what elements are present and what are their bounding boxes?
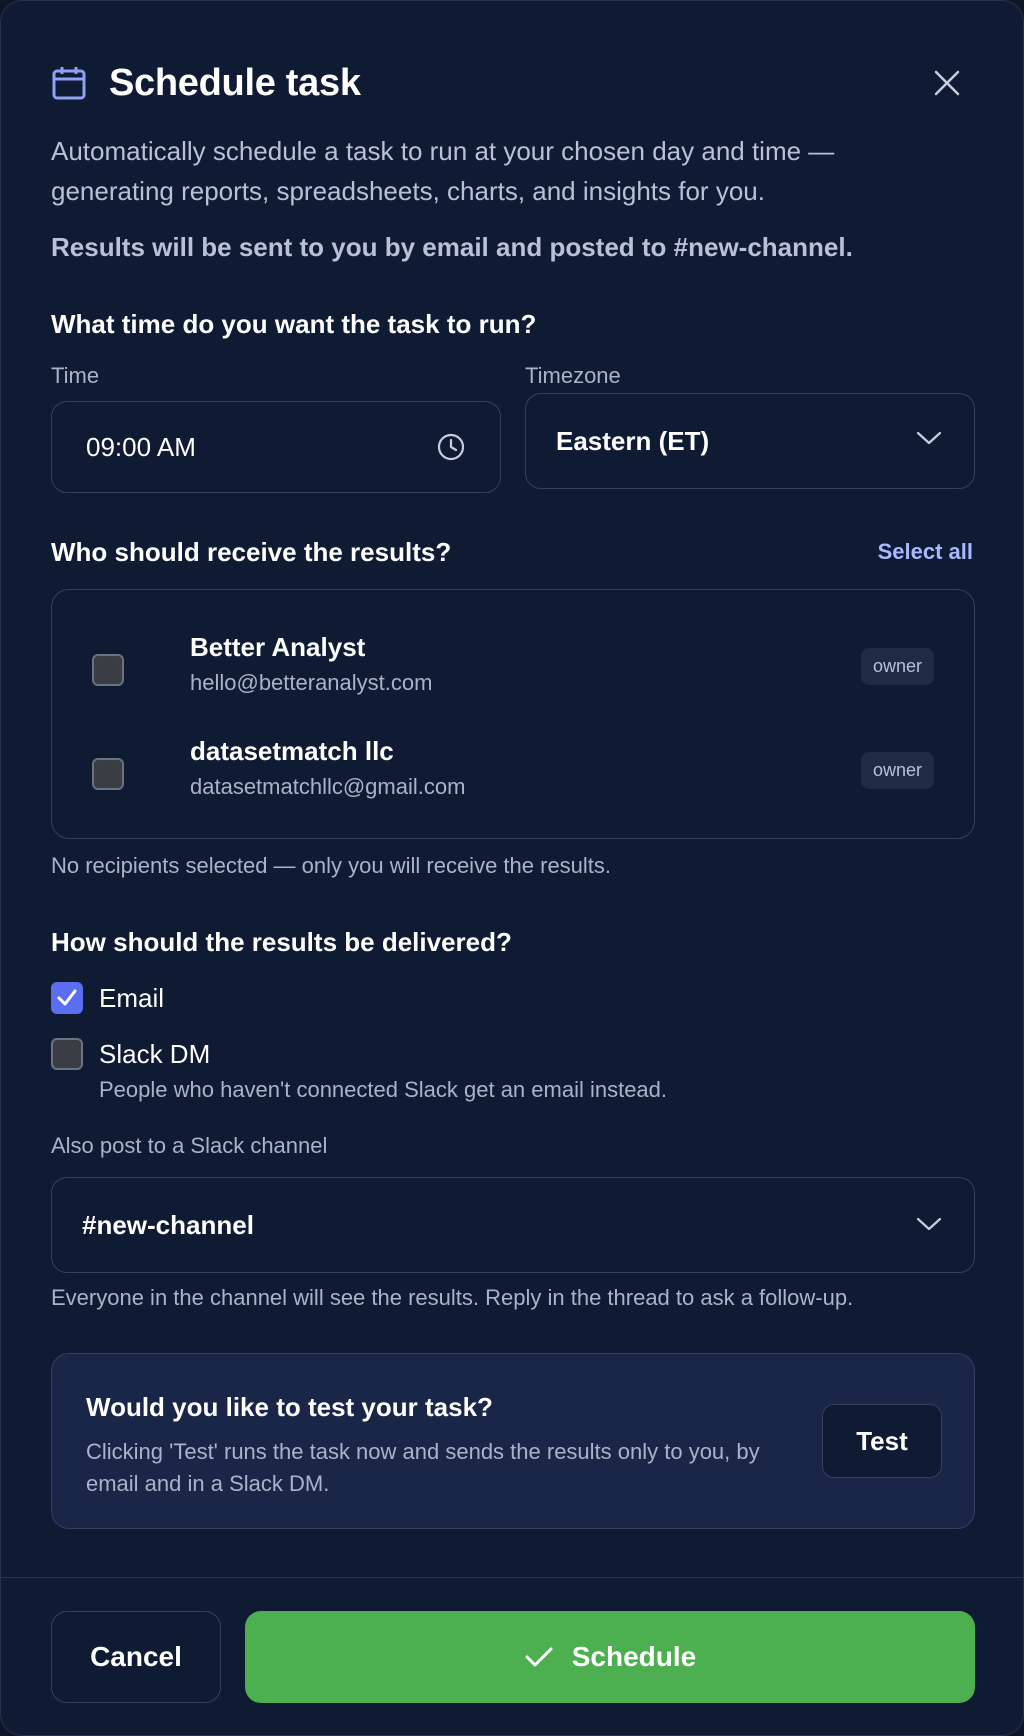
check-icon: [525, 1647, 553, 1667]
chevron-down-icon: [916, 1216, 942, 1232]
channel-value: #new-channel: [82, 1209, 254, 1240]
slack-channel-select[interactable]: #new-channel: [51, 1177, 975, 1273]
schedule-task-dialog: Schedule task Automatically schedule a t…: [0, 0, 1024, 1736]
check-icon: [57, 989, 77, 1006]
role-badge: owner: [860, 648, 934, 685]
slack-dm-option[interactable]: Slack DM: [51, 1037, 210, 1071]
recipients-hint: No recipients selected — only you will r…: [51, 853, 612, 878]
email-label: Email: [99, 982, 165, 1013]
clock-icon: [436, 432, 466, 462]
time-input[interactable]: 09:00 AM: [51, 401, 501, 493]
recipient-name: datasetmatch llc: [190, 736, 394, 766]
footer-divider: [1, 1577, 1023, 1578]
delivery-section-title: How should the results be delivered?: [51, 927, 512, 957]
test-panel: Would you like to test your task? Clicki…: [51, 1353, 975, 1529]
cancel-button[interactable]: Cancel: [51, 1611, 221, 1703]
calendar-icon: [51, 65, 87, 101]
time-label: Time: [51, 363, 100, 388]
list-item: Better Analyst hello@betteranalyst.com o…: [92, 632, 934, 702]
timezone-label: Timezone: [525, 363, 621, 388]
recipient-checkbox[interactable]: [92, 654, 124, 686]
recipients-list: Better Analyst hello@betteranalyst.com o…: [51, 589, 975, 839]
email-checkbox[interactable]: [51, 982, 83, 1014]
role-badge: owner: [860, 752, 934, 789]
schedule-button[interactable]: Schedule: [245, 1611, 975, 1703]
dialog-description: Automatically schedule a task to run at …: [51, 136, 835, 206]
channel-label: Also post to a Slack channel: [51, 1133, 328, 1158]
timezone-value: Eastern (ET): [556, 425, 710, 456]
recipient-email: hello@betteranalyst.com: [190, 670, 433, 695]
time-section-title: What time do you want the task to run?: [51, 309, 537, 339]
recipient-name: Better Analyst: [190, 632, 366, 662]
timezone-select[interactable]: Eastern (ET): [525, 393, 975, 489]
email-option[interactable]: Email: [51, 981, 164, 1015]
dialog-header: Schedule task: [51, 57, 973, 109]
test-button[interactable]: Test: [822, 1404, 942, 1478]
recipients-section-title: Who should receive the results?: [51, 537, 452, 567]
list-item: datasetmatch llc datasetmatchllc@gmail.c…: [92, 736, 934, 806]
close-icon: [934, 70, 960, 96]
slack-dm-label: Slack DM: [99, 1038, 211, 1069]
results-note: Results will be sent to you by email and…: [51, 232, 853, 262]
time-value: 09:00 AM: [86, 431, 196, 462]
slack-dm-checkbox[interactable]: [51, 1038, 83, 1070]
recipient-checkbox[interactable]: [92, 758, 124, 790]
slack-dm-hint: People who haven't connected Slack get a…: [99, 1077, 668, 1102]
recipient-email: datasetmatchllc@gmail.com: [190, 774, 466, 799]
close-button[interactable]: [929, 65, 965, 101]
dialog-title: Schedule task: [109, 61, 361, 104]
schedule-label: Schedule: [571, 1641, 697, 1672]
chevron-down-icon: [916, 430, 942, 446]
select-all-link[interactable]: Select all: [878, 539, 973, 565]
test-title: Would you like to test your task?: [86, 1392, 493, 1422]
channel-hint: Everyone in the channel will see the res…: [51, 1285, 854, 1310]
test-description: Clicking 'Test' runs the task now and se…: [86, 1439, 760, 1496]
